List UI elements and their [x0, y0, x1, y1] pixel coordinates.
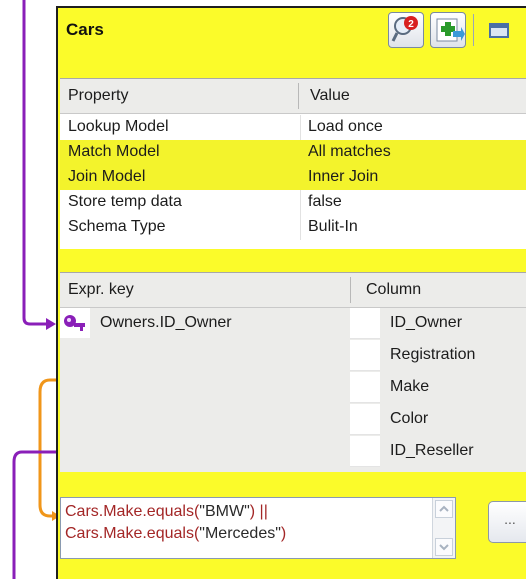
purple-arrowhead	[46, 318, 56, 330]
property-key: Match Model	[68, 143, 160, 160]
filter-line-2: Cars.Make.equals("Mercedes")	[65, 525, 286, 543]
filter-expression-field[interactable]: Cars.Make.equals("BMW") || Cars.Make.equ…	[60, 497, 456, 559]
filter-close: )	[249, 503, 256, 520]
cell-divider	[300, 190, 301, 215]
filter-string-arg: "BMW"	[199, 503, 250, 520]
panel-toggle-button[interactable]	[486, 18, 514, 44]
column-name: Make	[390, 378, 430, 395]
property-row-match-model[interactable]: Match Model All matches	[60, 140, 526, 165]
property-column-header[interactable]: Property	[68, 87, 128, 105]
property-table-header: Property Value	[60, 79, 526, 114]
property-value[interactable]: Inner Join	[308, 168, 378, 186]
schema-table-header: Expr. key Column	[60, 272, 526, 308]
property-row-schema-type[interactable]: Schema Type Bulit-In	[60, 215, 526, 240]
expr-key-text[interactable]: Owners.ID_Owner	[100, 314, 232, 332]
property-row-store-temp-data[interactable]: Store temp data false	[60, 190, 526, 215]
map-editor-canvas: Cars 2 Property Value Lookup Model Load …	[0, 0, 526, 579]
column-checkbox[interactable]	[350, 340, 380, 371]
key-cell	[60, 308, 90, 338]
search-badge-button[interactable]: 2	[388, 12, 424, 48]
expr-key-row[interactable]: Owners.ID_Owner	[60, 308, 350, 338]
chevron-down-icon	[439, 544, 449, 551]
toolbar-separator	[473, 14, 474, 46]
column-checkbox[interactable]	[350, 436, 380, 467]
column-name: ID_Reseller	[390, 442, 474, 459]
filter-close: )	[280, 525, 287, 542]
cell-divider	[300, 215, 301, 240]
property-row-join-model[interactable]: Join Model Inner Join	[60, 165, 526, 190]
filter-scrollbar[interactable]	[432, 498, 455, 558]
table-title: Cars	[66, 20, 104, 39]
header-divider	[350, 277, 351, 303]
property-value[interactable]: All matches	[308, 143, 391, 161]
column-name: Color	[390, 410, 429, 427]
filter-call: Cars.Make.equals(	[65, 525, 200, 542]
schema-table: Expr. key Column Owners.ID_Owner ID_Owne…	[60, 272, 526, 472]
column-row-registration[interactable]: Registration	[350, 340, 526, 372]
filter-call: Cars.Make.equals(	[65, 503, 200, 520]
property-table: Property Value Lookup Model Load once Ma…	[60, 78, 526, 249]
filter-string-arg: "Mercedes"	[199, 525, 281, 542]
panel-icon	[489, 23, 509, 38]
property-row-lookup-model[interactable]: Lookup Model Load once	[60, 115, 526, 140]
column-row-color[interactable]: Color	[350, 404, 526, 436]
property-key: Store temp data	[68, 193, 182, 210]
key-icon	[64, 315, 85, 331]
add-green-icon	[436, 18, 465, 42]
scroll-up-button[interactable]	[435, 500, 453, 518]
filter-line-1: Cars.Make.equals("BMW") ||	[65, 503, 268, 521]
column-row-make[interactable]: Make	[350, 372, 526, 404]
magnifier-badge-icon: 2	[391, 16, 418, 42]
property-key: Schema Type	[68, 218, 166, 235]
cars-table-panel: Cars 2 Property Value Lookup Model Load …	[56, 6, 526, 579]
column-checkbox[interactable]	[350, 404, 380, 435]
purple-join-link	[22, 0, 46, 326]
column-header[interactable]: Column	[366, 281, 421, 299]
chevron-up-icon	[439, 505, 449, 512]
property-value[interactable]: Load once	[308, 118, 383, 136]
column-name: Registration	[390, 346, 476, 363]
property-value[interactable]: false	[308, 193, 342, 211]
expr-key-header[interactable]: Expr. key	[68, 281, 134, 299]
scroll-down-button[interactable]	[435, 538, 453, 556]
value-column-header[interactable]: Value	[310, 87, 350, 105]
filter-or-operator: ||	[259, 503, 268, 520]
add-column-button[interactable]	[430, 12, 466, 48]
property-key: Lookup Model	[68, 118, 169, 135]
orange-filter-link	[38, 378, 56, 518]
property-key: Join Model	[68, 168, 146, 185]
column-checkbox[interactable]	[350, 372, 380, 403]
column-row-id-reseller[interactable]: ID_Reseller	[350, 436, 526, 468]
filter-editor-button[interactable]: ...	[488, 501, 526, 543]
column-checkbox[interactable]	[350, 308, 380, 339]
cell-divider	[300, 115, 301, 140]
property-value[interactable]: Bulit-In	[308, 218, 358, 236]
column-name: ID_Owner	[390, 314, 463, 331]
header-divider	[298, 83, 299, 109]
svg-text:2: 2	[408, 19, 414, 30]
column-row-id-owner[interactable]: ID_Owner	[350, 308, 526, 340]
